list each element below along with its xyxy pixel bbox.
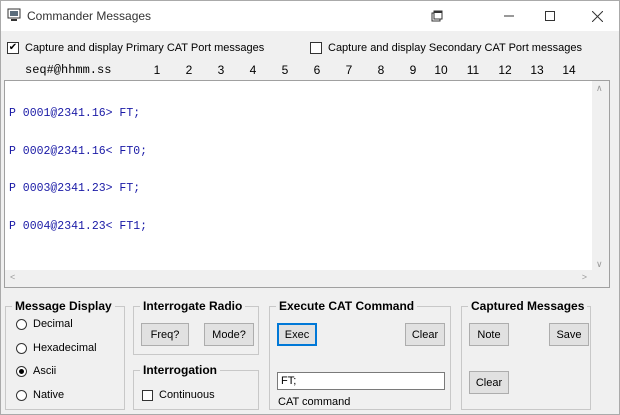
column-number: 3 (217, 63, 225, 77)
message-lines: P 0001@2341.16> FT; P 0002@2341.16< FT0;… (9, 83, 147, 258)
column-number: 9 (409, 63, 417, 77)
message-display-title: Message Display (12, 299, 115, 313)
column-number: 14 (562, 63, 576, 77)
title-bar: Commander Messages (1, 1, 619, 31)
note-button[interactable]: Note (469, 323, 509, 346)
save-button[interactable]: Save (549, 323, 589, 346)
column-number: 2 (185, 63, 193, 77)
freq-query-button[interactable]: Freq? (141, 323, 189, 346)
exec-button[interactable]: Exec (277, 323, 317, 346)
maximize-button[interactable] (530, 1, 570, 31)
column-number: 6 (313, 63, 321, 77)
message-line: P 0002@2341.16< FT0; (9, 144, 148, 158)
seq-column-label: seq#@hhmm.ss (25, 63, 112, 77)
column-number: 5 (281, 63, 289, 77)
interrogation-group: Interrogation Continuous (133, 363, 259, 410)
radio-label: Hexadecimal (33, 342, 97, 354)
cat-command-input[interactable] (277, 372, 445, 390)
restore-down-icon[interactable] (417, 1, 457, 31)
radio-native[interactable]: Native (16, 389, 64, 401)
column-number: 10 (434, 63, 448, 77)
radio-button[interactable] (16, 342, 27, 354)
radio-decimal[interactable]: Decimal (16, 318, 73, 330)
captured-messages-title: Captured Messages (468, 299, 588, 313)
capture-secondary-checkbox[interactable] (310, 42, 322, 54)
radio-label: Decimal (33, 318, 73, 330)
column-number: 11 (466, 63, 480, 77)
continuous-checkbox[interactable] (142, 389, 153, 401)
radio-button-selected[interactable] (16, 365, 27, 377)
commander-messages-window: Commander Messages ✔ Capture and display… (0, 0, 620, 415)
column-number: 1 (153, 63, 161, 77)
execute-cat-group: Execute CAT Command (269, 299, 451, 410)
column-header: seq#@hhmm.ss 1 2 3 4 5 6 7 8 9 10 11 12 … (1, 63, 619, 79)
message-line: P 0003@2341.23> FT; (9, 182, 141, 195)
capture-primary-label: Capture and display Primary CAT Port mes… (25, 42, 265, 54)
continuous-label: Continuous (159, 389, 215, 401)
interrogation-title: Interrogation (140, 363, 220, 377)
cat-clear-button[interactable]: Clear (405, 323, 445, 346)
radio-ascii[interactable]: Ascii (16, 365, 56, 377)
capture-secondary-option[interactable]: Capture and display Secondary CAT Port m… (310, 42, 582, 54)
message-log[interactable]: P 0001@2341.16> FT; P 0002@2341.16< FT0;… (4, 80, 610, 288)
continuous-option[interactable]: Continuous (142, 389, 215, 401)
column-number: 8 (377, 63, 385, 77)
capture-secondary-label: Capture and display Secondary CAT Port m… (328, 42, 582, 54)
window-title: Commander Messages (27, 9, 152, 23)
scroll-corner (592, 270, 609, 287)
captured-messages-group: Captured Messages (461, 299, 591, 410)
column-number: 7 (345, 63, 353, 77)
radio-label: Native (33, 389, 65, 401)
captured-clear-button[interactable]: Clear (469, 371, 509, 394)
scroll-right-icon[interactable]: > (582, 272, 587, 282)
radio-hexadecimal[interactable]: Hexadecimal (16, 342, 97, 354)
message-display-group: Message Display Decimal Hexadecimal Asci… (5, 299, 125, 410)
minimize-button[interactable] (489, 1, 529, 31)
capture-primary-checkbox[interactable]: ✔ (7, 42, 19, 54)
radio-button[interactable] (16, 389, 27, 401)
interrogate-radio-title: Interrogate Radio (140, 299, 246, 313)
capture-primary-option[interactable]: ✔ Capture and display Primary CAT Port m… (7, 42, 264, 54)
app-icon (7, 8, 21, 21)
column-number: 4 (249, 63, 257, 77)
column-number: 12 (498, 63, 512, 77)
radio-label: Ascii (33, 365, 57, 377)
scroll-up-icon[interactable]: ∧ (596, 83, 603, 94)
message-line: P 0001@2341.16> FT; (9, 107, 141, 120)
column-number: 13 (530, 63, 544, 77)
mode-query-button[interactable]: Mode? (204, 323, 254, 346)
scroll-down-icon[interactable]: ∨ (596, 259, 603, 270)
horizontal-scrollbar[interactable]: < > (5, 270, 592, 287)
scroll-left-icon[interactable]: < (10, 272, 15, 282)
vertical-scrollbar[interactable]: ∧ ∨ (592, 81, 609, 272)
cat-command-caption: CAT command (278, 396, 351, 408)
close-button[interactable] (577, 1, 617, 31)
execute-cat-title: Execute CAT Command (276, 299, 418, 313)
message-line: P 0004@2341.23< FT1; (9, 219, 148, 233)
radio-button[interactable] (16, 318, 27, 330)
interrogate-radio-group: Interrogate Radio Freq? Mode? (133, 299, 259, 355)
